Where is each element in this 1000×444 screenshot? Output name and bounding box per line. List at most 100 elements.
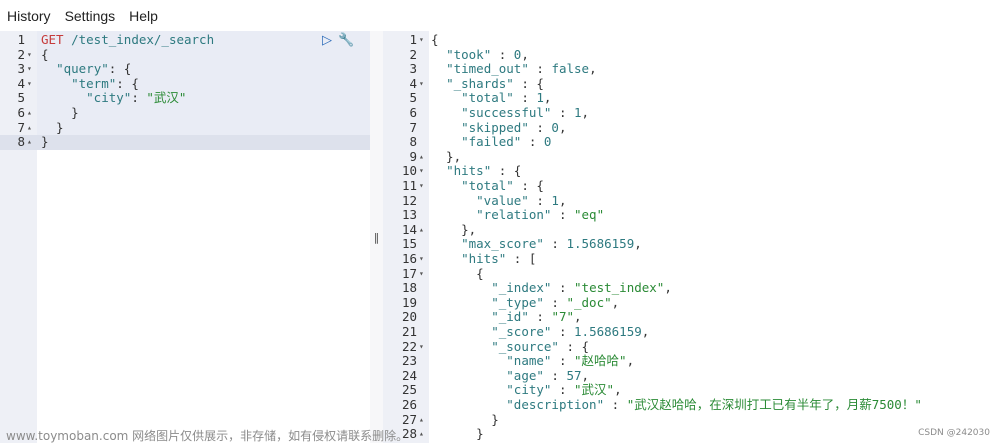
- fold-open-icon[interactable]: ▾: [27, 77, 32, 92]
- line-number: 26: [401, 397, 417, 412]
- code-line: 13 "relation" : "eq": [383, 207, 1000, 223]
- code-line: 27 ▴ }: [383, 411, 1000, 428]
- code-line: 14 ▴ },: [383, 222, 1000, 238]
- line-number: 15: [401, 236, 417, 252]
- line-number: 10: [401, 163, 417, 179]
- code-text: }: [41, 105, 79, 120]
- credit-text: CSDN @242030: [918, 428, 990, 438]
- code-line: 23 "name" : "赵哈哈",: [383, 353, 1000, 369]
- fold-open-icon[interactable]: ▾: [27, 62, 32, 77]
- fold-open-icon[interactable]: ▾: [419, 179, 424, 194]
- fold-open-icon[interactable]: ▾: [419, 340, 424, 355]
- code-line: 3 "timed_out" : false,: [383, 61, 1000, 77]
- code-text: }: [41, 134, 49, 150]
- code-text: "failed" : 0: [461, 134, 552, 150]
- code-text: "hits" : [: [461, 251, 537, 266]
- fold-close-icon[interactable]: ▴: [27, 106, 32, 121]
- code-text: "value" : 1,: [476, 192, 567, 208]
- code-text: "city" : "武汉",: [506, 382, 622, 398]
- code-text: "age" : 57,: [506, 367, 590, 383]
- line-number: 18: [401, 280, 417, 296]
- line-number: 9: [409, 148, 417, 164]
- code-line: 1 GET /test_index/_search: [0, 32, 370, 48]
- fold-open-icon[interactable]: ▾: [419, 77, 424, 92]
- fold-close-icon[interactable]: ▴: [419, 150, 424, 165]
- code-line: 22 ▾ "_source" : {: [383, 338, 1000, 355]
- line-number: 3: [17, 61, 25, 77]
- fold-open-icon[interactable]: ▾: [27, 48, 32, 63]
- code-text: {: [431, 265, 484, 281]
- line-number: 16: [401, 251, 417, 266]
- line-number: 1: [17, 32, 25, 47]
- code-text: }: [431, 426, 484, 442]
- code-line: 5 "total" : 1,: [383, 91, 1000, 106]
- fold-close-icon[interactable]: ▴: [27, 135, 32, 150]
- line-number: 22: [401, 338, 417, 354]
- fold-close-icon[interactable]: ▴: [419, 223, 424, 238]
- code-text: "successful" : 1,: [461, 105, 590, 120]
- code-text: "total" : {: [461, 178, 544, 193]
- code-line: 4 ▾ "term": {: [0, 75, 370, 92]
- code-text: "_score" : 1.5686159,: [491, 324, 650, 339]
- fold-open-icon[interactable]: ▾: [419, 164, 424, 179]
- code-line: 12 "value" : 1,: [383, 192, 1000, 209]
- line-number: 5: [409, 90, 417, 106]
- code-text: "_index" : "test_index",: [491, 280, 672, 296]
- code-line: 6 "successful" : 1,: [383, 105, 1000, 121]
- code-text: "term": {: [71, 75, 139, 91]
- code-text: "description" : "武汉赵哈哈，在深圳打工已有半年了，月薪7500…: [506, 397, 922, 412]
- code-line: 8 ▴}: [0, 135, 370, 150]
- line-number: 27: [401, 411, 417, 427]
- line-number: 7: [17, 119, 25, 135]
- line-number: 6: [17, 105, 25, 120]
- code-line: 6 ▴ }: [0, 105, 370, 121]
- code-line: 7 ▴ }: [0, 119, 370, 136]
- line-number: 2: [17, 46, 25, 62]
- line-number: 25: [401, 382, 417, 398]
- menu-settings[interactable]: Settings: [58, 8, 123, 24]
- code-line: 2 "took" : 0,: [383, 46, 1000, 63]
- fold-close-icon[interactable]: ▴: [27, 121, 32, 136]
- menu-help[interactable]: Help: [122, 8, 165, 24]
- wrench-icon[interactable]: 🔧: [338, 33, 354, 48]
- menu-bar: History Settings Help: [0, 0, 1000, 31]
- line-number: 13: [401, 207, 417, 223]
- code-text: "_id" : "7",: [491, 309, 582, 325]
- line-number: 19: [401, 294, 417, 310]
- code-text: "skipped" : 0,: [461, 119, 567, 135]
- code-line: 24 "age" : 57,: [383, 367, 1000, 384]
- fold-open-icon[interactable]: ▾: [419, 252, 424, 267]
- fold-close-icon[interactable]: ▴: [419, 413, 424, 428]
- line-number: 24: [401, 367, 417, 383]
- drag-handle-icon[interactable]: ‖: [374, 231, 380, 244]
- line-number: 8: [409, 134, 417, 150]
- code-line: 3 ▾ "query": {: [0, 61, 370, 77]
- code-text: "max_score" : 1.5686159,: [461, 236, 642, 252]
- code-line: 19 "_type" : "_doc",: [383, 294, 1000, 311]
- pane-splitter[interactable]: ‖: [370, 31, 383, 443]
- code-line: 17 ▾ {: [383, 265, 1000, 282]
- code-line: 28 ▴ }: [383, 427, 1000, 442]
- code-text: "relation" : "eq": [476, 207, 605, 223]
- line-number: 5: [17, 90, 25, 106]
- fold-open-icon[interactable]: ▾: [419, 33, 424, 48]
- code-text: "took" : 0,: [446, 46, 529, 62]
- code-text: "_shards" : {: [446, 75, 544, 91]
- line-number: 11: [401, 178, 417, 193]
- code-line: 26 "description" : "武汉赵哈哈，在深圳打工已有半年了，月薪7…: [383, 397, 1000, 413]
- line-number: 8: [17, 134, 25, 150]
- code-line: 8 "failed" : 0: [383, 134, 1000, 150]
- code-line: 7 "skipped" : 0,: [383, 119, 1000, 136]
- menu-history[interactable]: History: [0, 8, 58, 24]
- fold-open-icon[interactable]: ▾: [419, 267, 424, 282]
- code-text: "total" : 1,: [461, 90, 552, 106]
- code-line: 21 "_score" : 1.5686159,: [383, 324, 1000, 340]
- request-editor[interactable]: 1 GET /test_index/_search 2 ▾ {3 ▾ "query": {…: [0, 31, 370, 443]
- line-number: 7: [409, 119, 417, 135]
- code-text: "name" : "赵哈哈",: [506, 353, 635, 369]
- line-number: 20: [401, 309, 417, 325]
- code-line: 2 ▾ {: [0, 46, 370, 63]
- play-icon[interactable]: ▷: [322, 33, 332, 48]
- fold-close-icon[interactable]: ▴: [419, 427, 424, 442]
- code-text: "_source" : {: [491, 338, 590, 354]
